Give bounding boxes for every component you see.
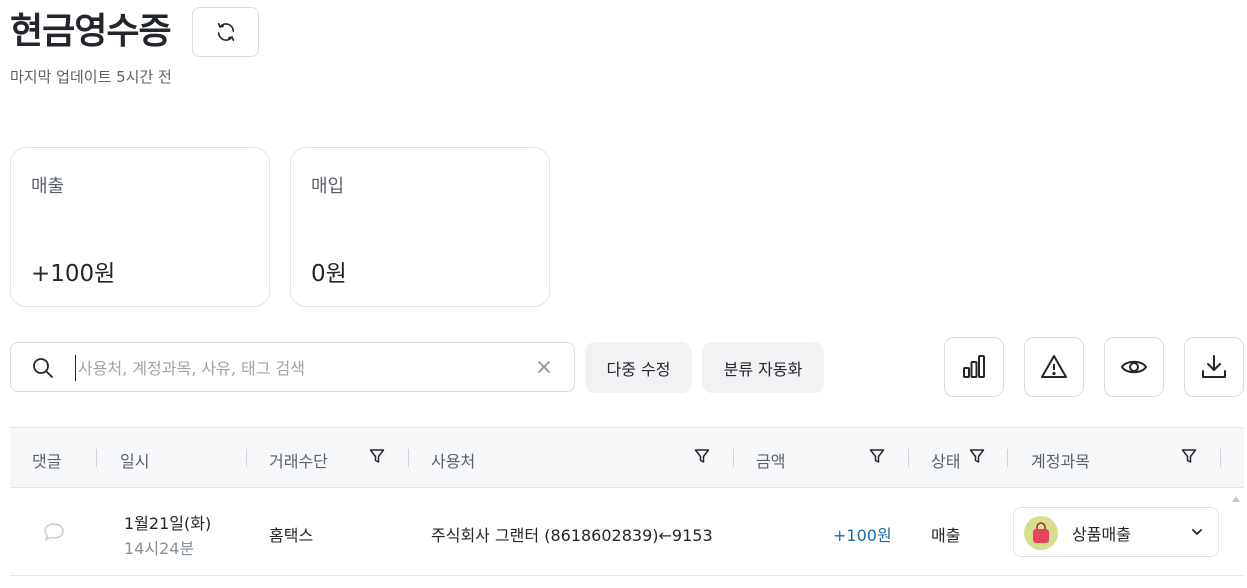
row-date: 1월21일(화) (124, 514, 212, 533)
column-amount: 금액 (756, 452, 786, 471)
sales-value: +100원 (31, 261, 116, 287)
visibility-button[interactable] (1104, 337, 1164, 397)
account-avatar (1024, 516, 1058, 550)
row-amount: +100원 (833, 526, 892, 545)
bar-chart-icon (963, 355, 985, 378)
filter-icon[interactable] (969, 448, 985, 464)
purchase-value: 0원 (311, 261, 347, 287)
purchase-label: 매입 (311, 176, 345, 197)
column-datetime: 일시 (120, 452, 150, 471)
scroll-up-arrow[interactable] (1232, 496, 1240, 502)
eye-icon (1120, 360, 1148, 374)
download-icon (1202, 355, 1226, 378)
last-updated-text: 마지막 업데이트 5시간 전 (10, 68, 172, 86)
column-merchant: 사용처 (431, 452, 476, 471)
filter-icon[interactable] (694, 448, 710, 464)
table-header: 댓글 일시 거래수단 사용처 금액 상태 계정과목 (10, 427, 1244, 488)
filter-icon[interactable] (869, 448, 885, 464)
account-label: 상품매출 (1072, 525, 1131, 544)
comment-icon[interactable] (43, 522, 65, 542)
page-title: 현금영수증 (10, 11, 172, 52)
warning-icon (1041, 355, 1067, 378)
multi-edit-button[interactable]: 다중 수정 (585, 342, 692, 393)
purchase-summary-card: 매입 0원 (290, 147, 550, 307)
account-select[interactable]: 상품매출 (1013, 507, 1219, 557)
row-method: 홈택스 (269, 526, 314, 545)
chevron-down-icon (1192, 529, 1202, 535)
search-icon (33, 358, 53, 378)
refresh-button[interactable] (192, 7, 259, 57)
close-icon[interactable] (536, 359, 552, 375)
row-status: 매출 (931, 526, 961, 545)
column-payment-method: 거래수단 (269, 452, 328, 471)
search-box (10, 342, 575, 392)
table-row[interactable]: 1월21일(화) 14시24분 홈택스 주식회사 그랜터 (8618602839… (10, 488, 1244, 576)
download-button[interactable] (1184, 337, 1244, 397)
row-merchant: 주식회사 그랜터 (8618602839)←9153 (431, 526, 713, 545)
auto-classify-button[interactable]: 분류 자동화 (702, 342, 824, 393)
sales-label: 매출 (31, 176, 65, 197)
row-time: 14시24분 (124, 539, 195, 558)
chart-button[interactable] (944, 337, 1004, 397)
column-account: 계정과목 (1031, 452, 1090, 471)
sales-summary-card: 매출 +100원 (10, 147, 270, 307)
refresh-icon (217, 22, 234, 42)
filter-icon[interactable] (369, 448, 385, 464)
shopping-bag-icon (1033, 522, 1049, 543)
warning-button[interactable] (1024, 337, 1084, 397)
search-input[interactable] (75, 355, 515, 381)
column-status: 상태 (931, 452, 961, 471)
column-comment: 댓글 (32, 452, 62, 471)
filter-icon[interactable] (1181, 448, 1197, 464)
